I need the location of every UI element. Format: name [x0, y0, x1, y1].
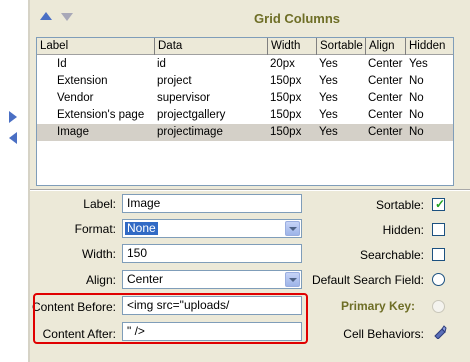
- cell-align: Center: [368, 109, 403, 121]
- primary-key-caption: Primary Key:: [341, 299, 416, 313]
- format-select[interactable]: None: [122, 219, 302, 238]
- default-search-caption: Default Search Field:: [311, 273, 424, 287]
- label-field-caption: Label:: [83, 197, 116, 211]
- cell-sortable: Yes: [319, 126, 338, 138]
- label-field[interactable]: Image: [122, 194, 302, 213]
- cell-width: 150px: [270, 109, 302, 121]
- align-field-caption: Align:: [85, 273, 116, 287]
- cell-width: 150px: [270, 126, 302, 138]
- searchable-checkbox[interactable]: [432, 248, 445, 261]
- width-field-caption: Width:: [81, 247, 116, 261]
- cell-sortable: Yes: [319, 75, 338, 87]
- sortable-checkbox[interactable]: ✓: [432, 197, 446, 211]
- column-header-sortable[interactable]: Sortable: [317, 38, 366, 55]
- move-left-arrow-icon[interactable]: [9, 132, 17, 144]
- separator: [30, 189, 470, 191]
- cell-hidden: No: [409, 126, 424, 138]
- table-row[interactable]: Id id 20px Yes Center Yes: [37, 56, 453, 73]
- hidden-caption: Hidden:: [382, 223, 424, 237]
- cell-label: Vendor: [57, 92, 94, 104]
- table-row[interactable]: Extension's page projectgallery 150px Yes Ce…: [37, 107, 453, 124]
- column-header-label[interactable]: Label: [37, 38, 155, 55]
- cell-label: Extension: [57, 75, 108, 87]
- cell-label: Image: [57, 126, 89, 138]
- cell-align: Center: [368, 126, 403, 138]
- cell-label: Extension's page: [57, 109, 145, 121]
- align-select-value: Center: [127, 272, 164, 286]
- column-header-hidden[interactable]: Hidden: [406, 38, 453, 55]
- cell-data: projectgallery: [157, 109, 226, 121]
- grid-columns-panel: Grid Columns Label Data Width Sortable A…: [30, 0, 470, 362]
- align-select[interactable]: Center: [122, 270, 302, 289]
- table-row[interactable]: Vendor supervisor 150px Yes Center No: [37, 90, 453, 107]
- default-search-radio[interactable]: [432, 273, 445, 286]
- left-strip: [0, 0, 30, 362]
- cell-width: 20px: [270, 58, 295, 70]
- panel-title: Grid Columns: [254, 11, 340, 26]
- cell-hidden: No: [409, 75, 424, 87]
- cell-align: Center: [368, 75, 403, 87]
- hidden-checkbox[interactable]: [432, 223, 445, 236]
- columns-grid: Label Data Width Sortable Align Hidden I…: [36, 37, 454, 186]
- cell-sortable: Yes: [319, 109, 338, 121]
- format-select-value: None: [125, 221, 158, 235]
- column-header-data[interactable]: Data: [155, 38, 268, 55]
- cell-align: Center: [368, 58, 403, 70]
- cell-sortable: Yes: [319, 92, 338, 104]
- cell-hidden: No: [409, 92, 424, 104]
- cell-data: id: [157, 58, 166, 70]
- cell-hidden: Yes: [409, 58, 428, 70]
- move-down-arrow-icon[interactable]: [61, 13, 73, 21]
- table-row[interactable]: Image projectimage 150px Yes Center No: [37, 124, 453, 141]
- primary-key-radio[interactable]: [432, 300, 445, 313]
- cell-align: Center: [368, 92, 403, 104]
- chevron-down-icon[interactable]: [285, 221, 300, 236]
- column-header-align[interactable]: Align: [366, 38, 406, 55]
- cell-behaviors-caption: Cell Behaviors:: [343, 327, 424, 341]
- cell-label: Id: [57, 58, 67, 70]
- panel-header: Grid Columns: [30, 0, 470, 35]
- cell-hidden: No: [409, 109, 424, 121]
- grid-header-row: Label Data Width Sortable Align Hidden: [37, 38, 453, 55]
- cell-width: 150px: [270, 75, 302, 87]
- table-row[interactable]: Extension project 150px Yes Center No: [37, 73, 453, 90]
- checkmark-icon: ✓: [435, 197, 446, 211]
- highlight-outline: [33, 293, 308, 344]
- sortable-caption: Sortable:: [375, 198, 424, 212]
- cell-width: 150px: [270, 92, 302, 104]
- searchable-caption: Searchable:: [359, 248, 424, 262]
- column-header-width[interactable]: Width: [268, 38, 317, 55]
- cell-data: project: [157, 75, 192, 87]
- cell-behaviors-icon[interactable]: [433, 325, 447, 339]
- move-right-arrow-icon[interactable]: [9, 111, 17, 123]
- cell-data: supervisor: [157, 92, 211, 104]
- cell-sortable: Yes: [319, 58, 338, 70]
- move-up-arrow-icon[interactable]: [40, 12, 52, 20]
- cell-data: projectimage: [157, 126, 223, 138]
- width-field[interactable]: 150: [122, 244, 302, 263]
- format-field-caption: Format:: [74, 222, 116, 236]
